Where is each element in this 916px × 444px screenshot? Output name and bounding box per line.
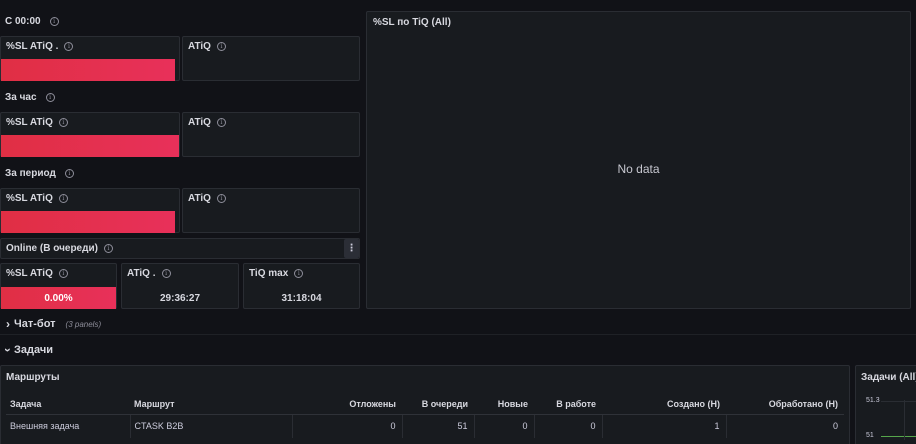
panel-title-label: Маршруты (6, 372, 60, 383)
info-icon[interactable]: i (216, 194, 226, 203)
panel-title: Маршруты (6, 372, 60, 383)
row-header-hour: За час i (5, 92, 55, 103)
row-tasks[interactable]: › Задачи (1, 343, 53, 357)
column-header[interactable]: Создано (Н) (602, 394, 726, 415)
menu-icon[interactable]: ⋮ (344, 239, 359, 258)
stat-panel-sl-today[interactable]: %SL ATiQ . i (0, 36, 180, 81)
row-title: Задачи (14, 344, 53, 356)
column-header[interactable]: Обработано (Н) (726, 394, 844, 415)
info-icon[interactable]: i (64, 42, 74, 51)
panel-title-label: %SL ATiQ . (6, 41, 59, 52)
panel-title: %SL ATiQ . i (6, 41, 74, 52)
table-row[interactable]: Внешняя задача CTASK B2B 0 51 0 0 1 0 (6, 414, 844, 438)
info-icon[interactable]: i (216, 42, 226, 51)
panel-title-label: %SL ATiQ (6, 268, 53, 279)
row-header-hour-label: За час (5, 92, 37, 103)
panel-title: Задачи (All) (861, 372, 916, 383)
y-tick-label: 51.3 (866, 397, 880, 404)
info-icon[interactable]: i (294, 269, 304, 278)
sl-by-tiq-graph-panel[interactable]: %SL по TiQ (All) No data (366, 11, 911, 309)
panel-title-label: ATiQ (188, 117, 211, 128)
column-header[interactable]: Маршрут (130, 394, 292, 415)
row-chat-bot[interactable]: › Чат-бот (3 panels) (6, 317, 101, 331)
y-tick-label: 51 (866, 432, 874, 439)
panel-title-label: %SL по TiQ (All) (373, 17, 451, 28)
stat-panel-online-sl[interactable]: %SL ATiQ i 0.00% (0, 263, 117, 309)
table-cell: CTASK B2B (130, 414, 293, 438)
panel-title: ATiQ i (188, 117, 226, 128)
table-cell: 0 (534, 414, 603, 438)
table-cell: 51 (402, 414, 475, 438)
column-header[interactable]: Новые (474, 394, 534, 415)
column-header[interactable]: Задача (6, 394, 130, 415)
panel-title: %SL по TiQ (All) (373, 17, 451, 28)
chevron-icon: › (6, 317, 10, 331)
panel-title-label: %SL ATiQ (6, 193, 53, 204)
panel-title-label: ATiQ (188, 41, 211, 52)
panel-title-label: ATiQ . (127, 268, 156, 279)
online-header-panel[interactable]: Online (В очереди) i ⋮ (0, 238, 360, 259)
divider (0, 334, 916, 335)
sl-bar (1, 135, 179, 157)
info-icon[interactable]: i (49, 17, 59, 26)
panel-title: ATiQ . i (127, 268, 171, 279)
info-icon[interactable]: i (58, 269, 68, 278)
table-cell: Внешняя задача (6, 414, 131, 438)
info-icon[interactable]: i (64, 169, 74, 178)
info-icon[interactable]: i (216, 118, 226, 127)
stat-panel-atiq-today[interactable]: ATiQ i (182, 36, 360, 81)
panel-title: %SL ATiQ i (6, 193, 68, 204)
panel-title: %SL ATiQ i (6, 117, 68, 128)
panel-title: ATiQ i (188, 41, 226, 52)
tasks-graph-panel[interactable]: Задачи (All) 51.3 51 (855, 365, 916, 444)
panel-title: Online (В очереди) i (6, 243, 113, 254)
sl-bar (1, 211, 175, 233)
panel-count: (3 panels) (65, 319, 102, 329)
row-header-period-label: За период (5, 168, 56, 179)
tiq-max-value: 31:18:04 (281, 293, 322, 304)
stat-panel-online-atiq[interactable]: ATiQ . i 29:36:27 (121, 263, 239, 309)
table-cell: 0 (474, 414, 535, 438)
sl-bar (1, 59, 175, 81)
table-cell: 1 (602, 414, 727, 438)
info-icon[interactable]: i (161, 269, 171, 278)
row-header-period: За период i (5, 168, 74, 179)
column-header[interactable]: Отложены (292, 394, 402, 415)
grid-line (904, 400, 905, 440)
stat-panel-sl-period[interactable]: %SL ATiQ i (0, 188, 180, 233)
panel-title: ATiQ i (188, 193, 226, 204)
info-icon[interactable]: i (58, 118, 68, 127)
info-icon[interactable]: i (58, 194, 68, 203)
stat-panel-atiq-period[interactable]: ATiQ i (182, 188, 360, 233)
panel-title-label: %SL ATiQ (6, 117, 53, 128)
column-header[interactable]: В очереди (402, 394, 474, 415)
info-icon[interactable]: i (103, 244, 113, 253)
panel-title: %SL ATiQ i (6, 268, 68, 279)
row-title: Чат-бот (14, 318, 56, 330)
series-line (881, 436, 916, 437)
routes-table: Задача Маршрут Отложены В очереди Новые … (6, 394, 844, 438)
panel-title: TiQ max i (249, 268, 304, 279)
routes-table-panel[interactable]: Маршруты Задача Маршрут Отложены В очере… (0, 365, 850, 444)
panel-title-label: TiQ max (249, 268, 289, 279)
panel-title-label: Задачи (All) (861, 372, 916, 383)
stat-panel-online-tiq-max[interactable]: TiQ max i 31:18:04 (243, 263, 360, 309)
info-icon[interactable]: i (45, 93, 55, 102)
panel-title-label: ATiQ (188, 193, 211, 204)
panel-title-label: Online (В очереди) (6, 243, 98, 254)
table-cell: 0 (292, 414, 403, 438)
column-header[interactable]: В работе (534, 394, 602, 415)
sl-value-bar: 0.00% (1, 287, 116, 309)
row-header-today-label: С 00:00 (5, 16, 41, 27)
table-header-row: Задача Маршрут Отложены В очереди Новые … (6, 394, 844, 415)
row-header-today: С 00:00 i (5, 16, 59, 27)
atiq-value: 29:36:27 (159, 293, 201, 304)
chevron-icon: › (1, 348, 15, 352)
stat-panel-sl-hour[interactable]: %SL ATiQ i (0, 112, 180, 157)
grid-line (881, 401, 916, 402)
table-cell: 0 (832, 421, 838, 432)
no-data-text: No data (617, 162, 660, 176)
stat-panel-atiq-hour[interactable]: ATiQ i (182, 112, 360, 157)
